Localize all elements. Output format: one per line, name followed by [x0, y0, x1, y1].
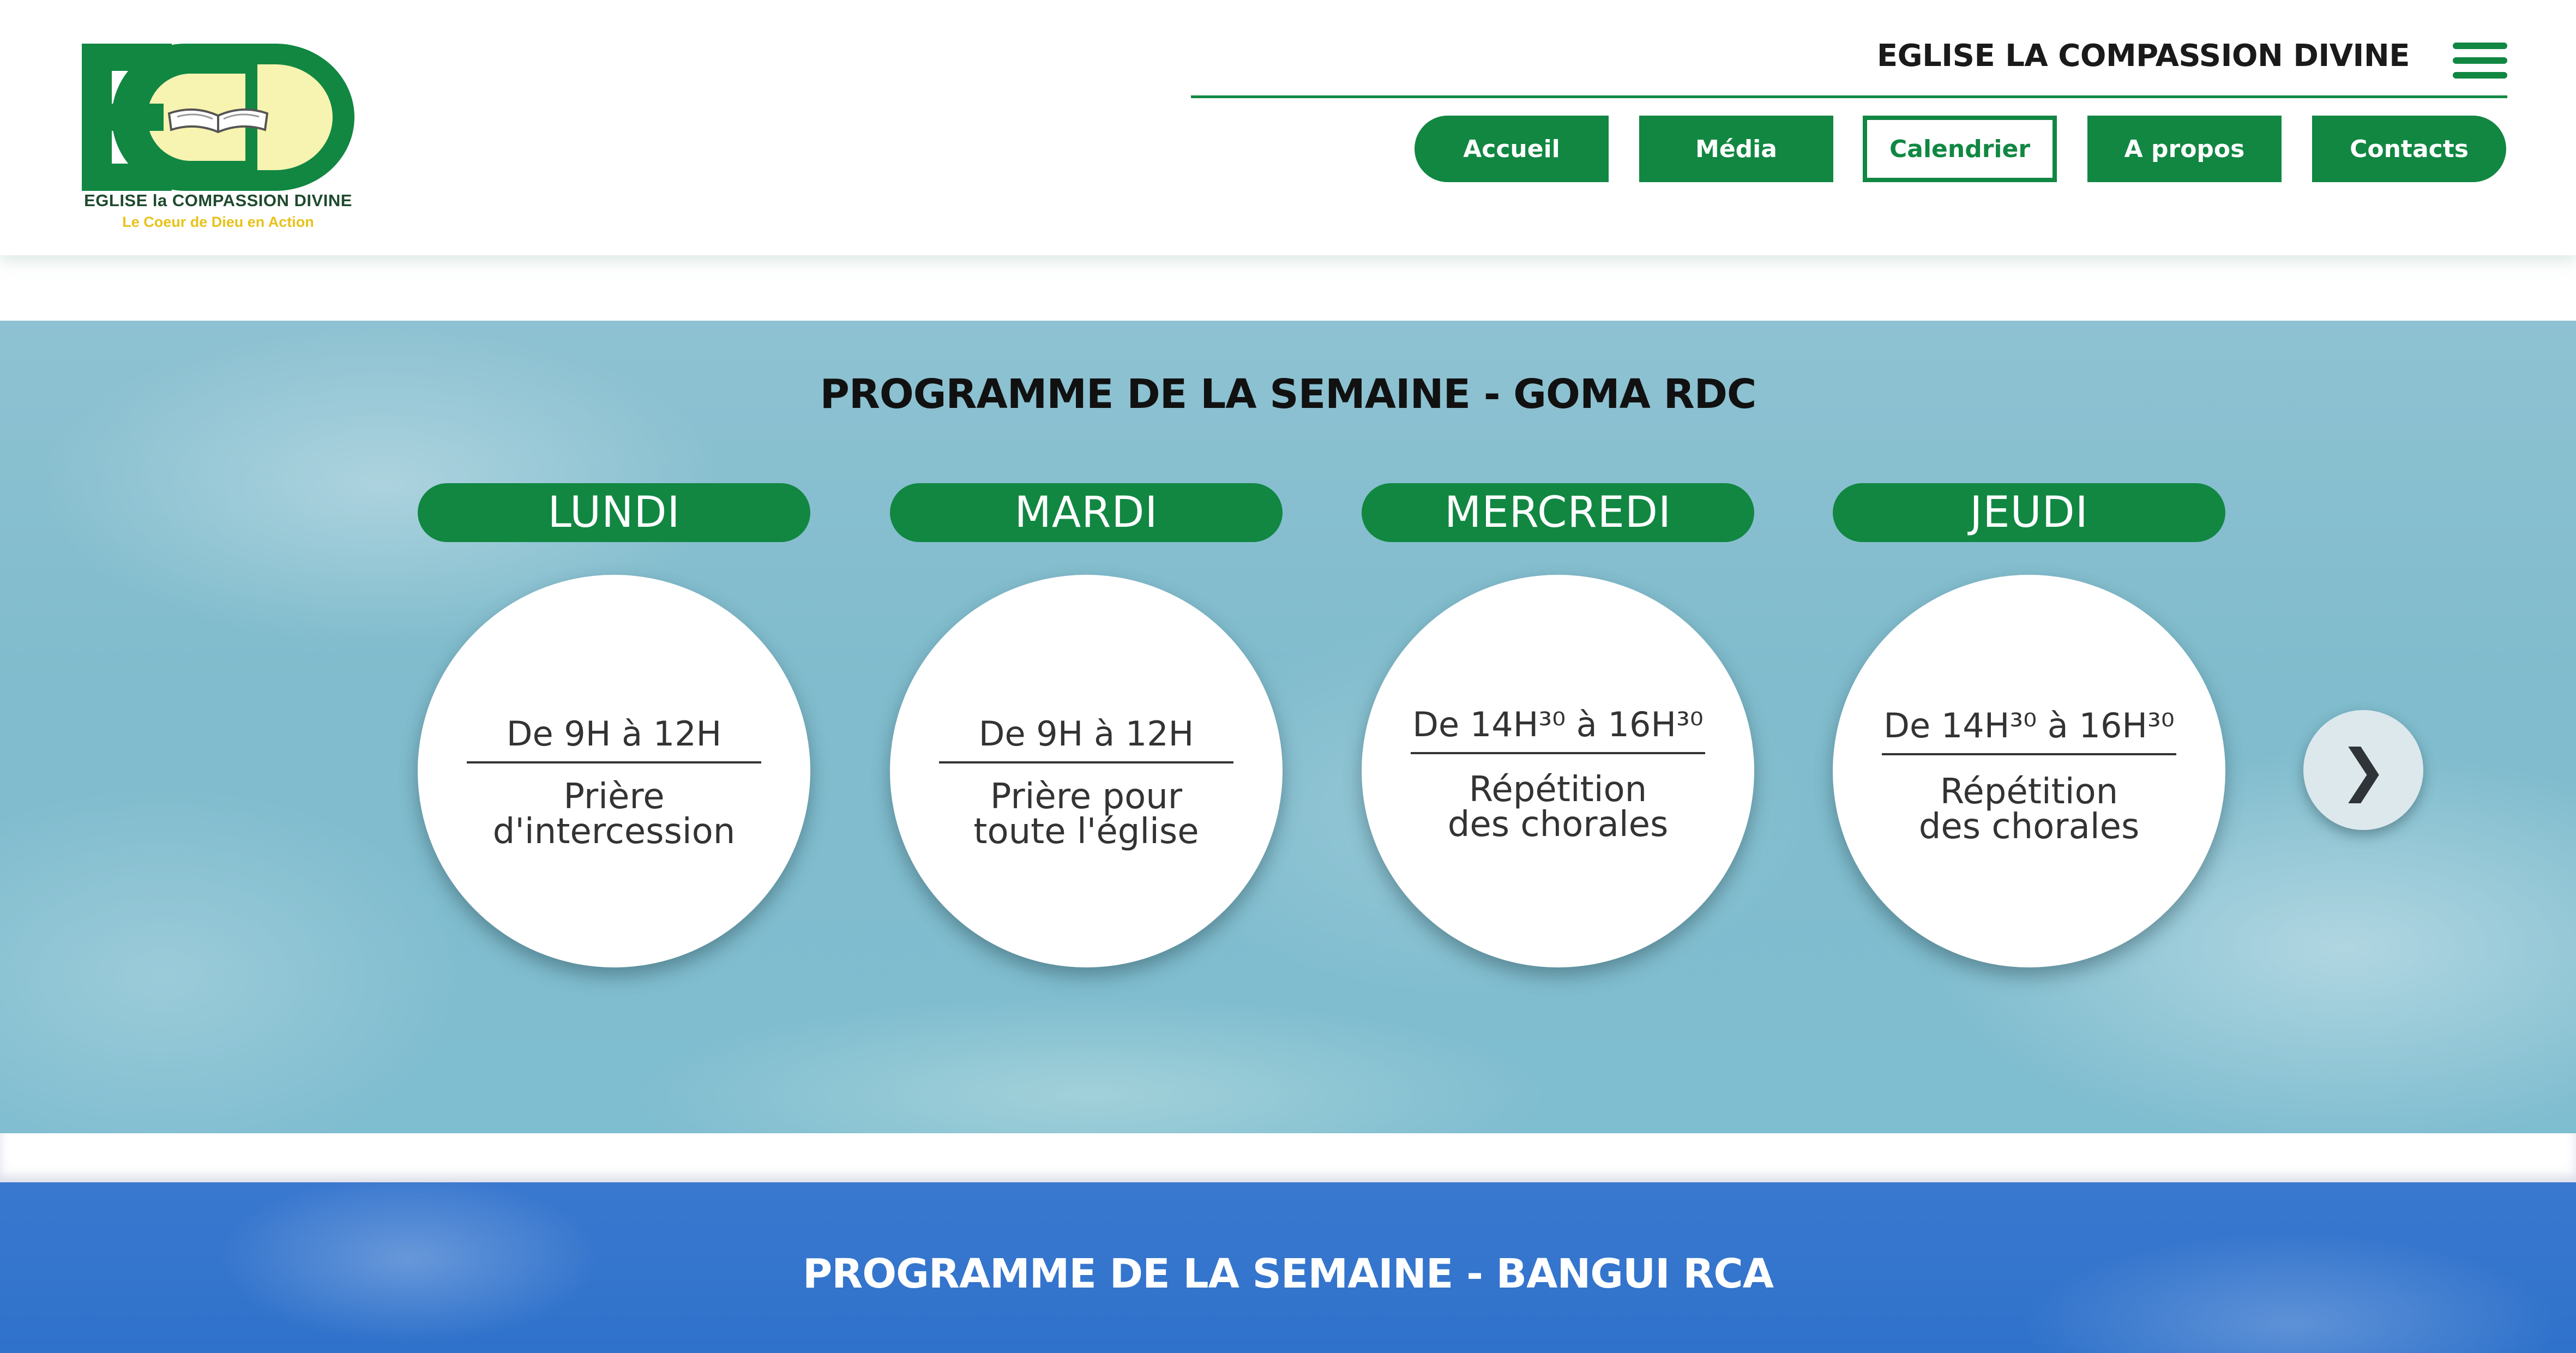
nav-media-button[interactable]: Média: [1639, 116, 1833, 182]
day-card-jeudi: JEUDI De 14H³⁰ à 16H³⁰ Répétition des ch…: [1833, 321, 2225, 975]
schedule-time: De 9H à 12H: [939, 714, 1233, 763]
activity-line: Répétition: [1468, 769, 1647, 810]
day-card-mardi: MARDI De 9H à 12H Prière pour toute l'ég…: [890, 321, 1283, 975]
day-label: LUNDI: [418, 483, 810, 542]
activity-line: Prière: [563, 777, 665, 817]
schedule-time: De 14H³⁰ à 16H³⁰: [1411, 705, 1705, 754]
day-label: MERCREDI: [1362, 483, 1754, 542]
activity-line: des chorales: [1918, 807, 2140, 847]
day-card-lundi: LUNDI De 9H à 12H Prière d'intercession: [418, 321, 810, 975]
bangui-section-title: PROGRAMME DE LA SEMAINE - BANGUI RCA: [803, 1250, 1774, 1297]
schedule-circle: De 14H³⁰ à 16H³⁰ Répétition des chorales: [1362, 575, 1754, 967]
nav-accueil-button[interactable]: Accueil: [1415, 116, 1609, 182]
site-header: EGLISE la COMPASSION DIVINE Le Coeur de …: [0, 0, 2576, 255]
day-label: JEUDI: [1833, 483, 2225, 542]
bangui-schedule-section: PROGRAMME DE LA SEMAINE - BANGUI RCA: [0, 1182, 2576, 1353]
schedule-activity: Répétition des chorales: [1394, 772, 1722, 842]
activity-line: Prière pour: [990, 777, 1183, 817]
hamburger-menu-icon[interactable]: [2453, 43, 2507, 79]
carousel-next-icon[interactable]: ❯: [2303, 710, 2423, 830]
nav-apropos-button[interactable]: A propos: [2087, 116, 2282, 182]
schedule-circle: De 14H³⁰ à 16H³⁰ Répétition des chorales: [1833, 575, 2225, 967]
nav-calendrier-button[interactable]: Calendrier: [1863, 116, 2057, 182]
schedule-time: De 9H à 12H: [467, 714, 761, 763]
logo-church-name: EGLISE la COMPASSION DIVINE: [84, 191, 352, 210]
day-label: MARDI: [890, 483, 1283, 542]
nav-contacts-button[interactable]: Contacts: [2312, 116, 2506, 182]
schedule-time: De 14H³⁰ à 16H³⁰: [1882, 706, 2176, 755]
activity-line: Répétition: [1940, 772, 2118, 812]
activity-line: d'intercession: [492, 811, 736, 852]
hamburger-bar: [2453, 57, 2507, 64]
schedule-activity: Répétition des chorales: [1865, 774, 2193, 844]
main-nav: Accueil Média Calendrier A propos Contac…: [0, 116, 2576, 183]
schedule-activity: Prière d'intercession: [450, 779, 778, 849]
header-divider: [1191, 95, 2507, 98]
logo-tagline: Le Coeur de Dieu en Action: [122, 214, 314, 230]
goma-schedule-section: PROGRAMME DE LA SEMAINE - GOMA RDC LUNDI…: [0, 321, 2576, 1133]
section-divider: [0, 1133, 2576, 1182]
day-card-mercredi: MERCREDI De 14H³⁰ à 16H³⁰ Répétition des…: [1362, 321, 1754, 975]
schedule-circle: De 9H à 12H Prière pour toute l'église: [890, 575, 1283, 967]
site-title: EGLISE LA COMPASSION DIVINE: [1876, 38, 2410, 74]
hamburger-bar: [2453, 72, 2507, 79]
hamburger-bar: [2453, 43, 2507, 49]
schedule-circle: De 9H à 12H Prière d'intercession: [418, 575, 810, 967]
activity-line: des chorales: [1447, 804, 1669, 845]
schedule-activity: Prière pour toute l'église: [923, 779, 1250, 849]
activity-line: toute l'église: [973, 811, 1199, 852]
